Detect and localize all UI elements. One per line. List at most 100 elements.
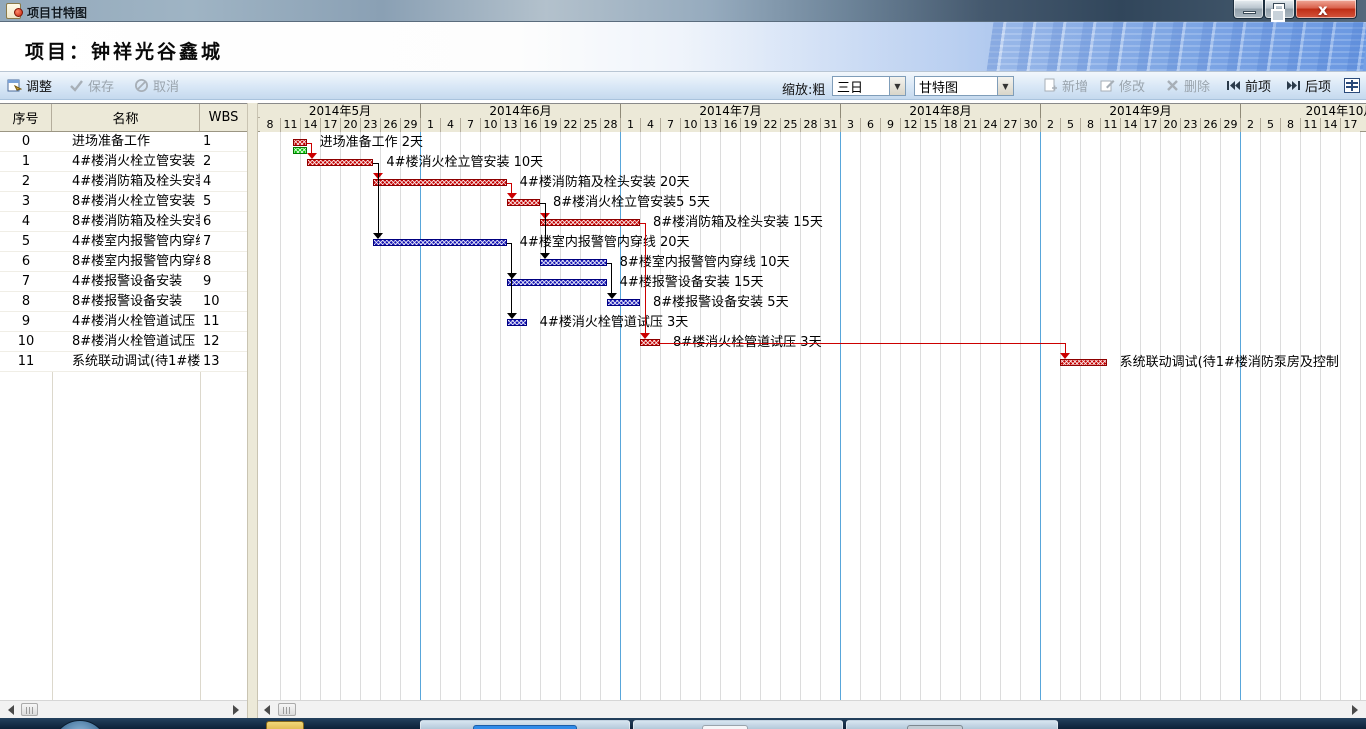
grid-line [900, 132, 901, 700]
minimize-button[interactable] [1233, 0, 1264, 19]
scroll-right-arrow[interactable] [1352, 705, 1358, 715]
next-button[interactable]: 后项 [1283, 75, 1334, 96]
cell-name: 8#楼室内报警管内穿线 [52, 252, 200, 271]
day-header-cell: 24 [980, 118, 1000, 132]
taskbar-button[interactable] [846, 720, 1058, 729]
dependency-arrow-icon [507, 193, 517, 199]
scroll-thumb[interactable] [21, 703, 38, 716]
cell-seq: 3 [0, 192, 52, 211]
day-header-cell: 30 [1020, 118, 1040, 132]
dependency-line [378, 163, 379, 234]
dependency-line [660, 343, 1065, 344]
gantt-bar-label: 系统联动调试(待1#楼消防泵房及控制 [1120, 356, 1339, 370]
table-row[interactable]: 48#楼消防箱及栓头安装6 [0, 212, 247, 232]
dependency-arrow-icon [307, 153, 317, 159]
save-label: 保存 [88, 76, 114, 95]
cell-name: 8#楼报警设备安装 [52, 292, 200, 311]
table-row[interactable]: 54#楼室内报警管内穿线7 [0, 232, 247, 252]
day-header-cell: 16 [520, 118, 540, 132]
delete-button: 删除 [1162, 75, 1213, 96]
gantt-bar-row2[interactable] [373, 179, 506, 186]
chevron-down-icon[interactable]: ▼ [889, 77, 905, 95]
next-icon [1286, 78, 1301, 93]
day-header-cell: 5 [1060, 118, 1080, 132]
cell-seq: 1 [0, 152, 52, 171]
day-header-cell: 13 [500, 118, 520, 132]
adjust-button[interactable]: 调整 [4, 75, 55, 96]
gantt-bar-label: 8#楼报警设备安装 5天 [653, 296, 789, 310]
day-header-cell: 14 [1320, 118, 1340, 132]
pane-splitter[interactable] [247, 103, 258, 718]
folder-icon[interactable] [266, 721, 304, 729]
grid-line [560, 132, 561, 700]
day-header-cell: 29 [400, 118, 420, 132]
cancel-icon [134, 78, 149, 93]
scroll-left-arrow[interactable] [264, 705, 270, 715]
gantt-bar-row9[interactable] [507, 319, 527, 326]
scroll-thumb[interactable] [278, 703, 296, 716]
grid-line [440, 132, 441, 700]
table-row[interactable]: 68#楼室内报警管内穿线8 [0, 252, 247, 272]
grid-view-icon[interactable] [1344, 78, 1360, 93]
month-header: 2014年5月 [260, 104, 420, 118]
gantt-bar-row6[interactable] [540, 259, 607, 266]
cell-wbs: 11 [200, 312, 247, 331]
table-row[interactable]: 14#楼消火栓立管安装2 [0, 152, 247, 172]
cell-name: 8#楼消火栓立管安装 [52, 192, 200, 211]
table-row[interactable]: 24#楼消防箱及栓头安装4 [0, 172, 247, 192]
grid-line [1200, 132, 1201, 700]
table-row[interactable]: 108#楼消火栓管道试压12 [0, 332, 247, 352]
grid-line [380, 132, 381, 700]
taskbar-button[interactable] [633, 720, 843, 729]
day-header-cell: 3 [840, 118, 860, 132]
table-row[interactable]: 88#楼报警设备安装10 [0, 292, 247, 312]
gantt-bar-row11[interactable] [1060, 359, 1107, 366]
cell-seq: 7 [0, 272, 52, 291]
zoom-scale-select[interactable]: 三日 ▼ [832, 76, 906, 96]
scroll-right-arrow[interactable] [233, 705, 239, 715]
day-header-cell: 17 [1140, 118, 1160, 132]
close-button[interactable]: x [1295, 0, 1357, 19]
prev-button[interactable]: 前项 [1223, 75, 1274, 96]
day-header-cell: 19 [540, 118, 560, 132]
dependency-arrow-icon [540, 253, 550, 259]
table-hscrollbar[interactable] [0, 700, 247, 718]
scroll-left-arrow[interactable] [8, 705, 14, 715]
table-row[interactable]: 94#楼消火栓管道试压11 [0, 312, 247, 332]
grid-line [400, 132, 401, 700]
view-type-select[interactable]: 甘特图 ▼ [914, 76, 1014, 96]
gantt-bar-row10[interactable] [640, 339, 660, 346]
start-button[interactable] [52, 720, 108, 729]
cell-wbs: 9 [200, 272, 247, 291]
table-row[interactable]: 0进场准备工作1 [0, 132, 247, 152]
gantt-bar-row0[interactable] [293, 139, 306, 146]
gantt-bar-row1[interactable] [307, 159, 374, 166]
day-header-cell: 28 [800, 118, 820, 132]
cell-seq: 2 [0, 172, 52, 191]
table-row[interactable]: 38#楼消火栓立管安装5 [0, 192, 247, 212]
zoom-scale-value: 三日 [833, 77, 889, 96]
table-row[interactable]: 11系统联动调试(待1#楼消防泵房及控制13 [0, 352, 247, 372]
day-header-cell: 29 [1220, 118, 1240, 132]
gantt-bar-row3[interactable] [507, 199, 540, 206]
cell-name: 4#楼报警设备安装 [52, 272, 200, 291]
chevron-down-icon[interactable]: ▼ [997, 77, 1013, 95]
restore-button[interactable] [1264, 0, 1295, 19]
chart-hscrollbar[interactable] [258, 700, 1366, 718]
gantt-bar-label: 4#楼报警设备安装 15天 [620, 276, 764, 290]
grid-line [360, 132, 361, 700]
day-header-cell: 22 [560, 118, 580, 132]
gantt-bar-row5[interactable] [373, 239, 506, 246]
day-header-cell: 2 [1240, 118, 1260, 132]
gantt-bar-row7[interactable] [507, 279, 607, 286]
gantt-bar-row8[interactable] [607, 299, 640, 306]
table-row[interactable]: 74#楼报警设备安装9 [0, 272, 247, 292]
grid-line [1120, 132, 1121, 700]
dependency-line [611, 263, 612, 294]
taskbar-button[interactable] [420, 720, 630, 729]
day-header-cell: 20 [1160, 118, 1180, 132]
gantt-bar-row4[interactable] [540, 219, 640, 226]
month-header: 2014年10月 [1240, 104, 1366, 118]
grid-line [460, 132, 461, 700]
grid-line [1280, 132, 1281, 700]
